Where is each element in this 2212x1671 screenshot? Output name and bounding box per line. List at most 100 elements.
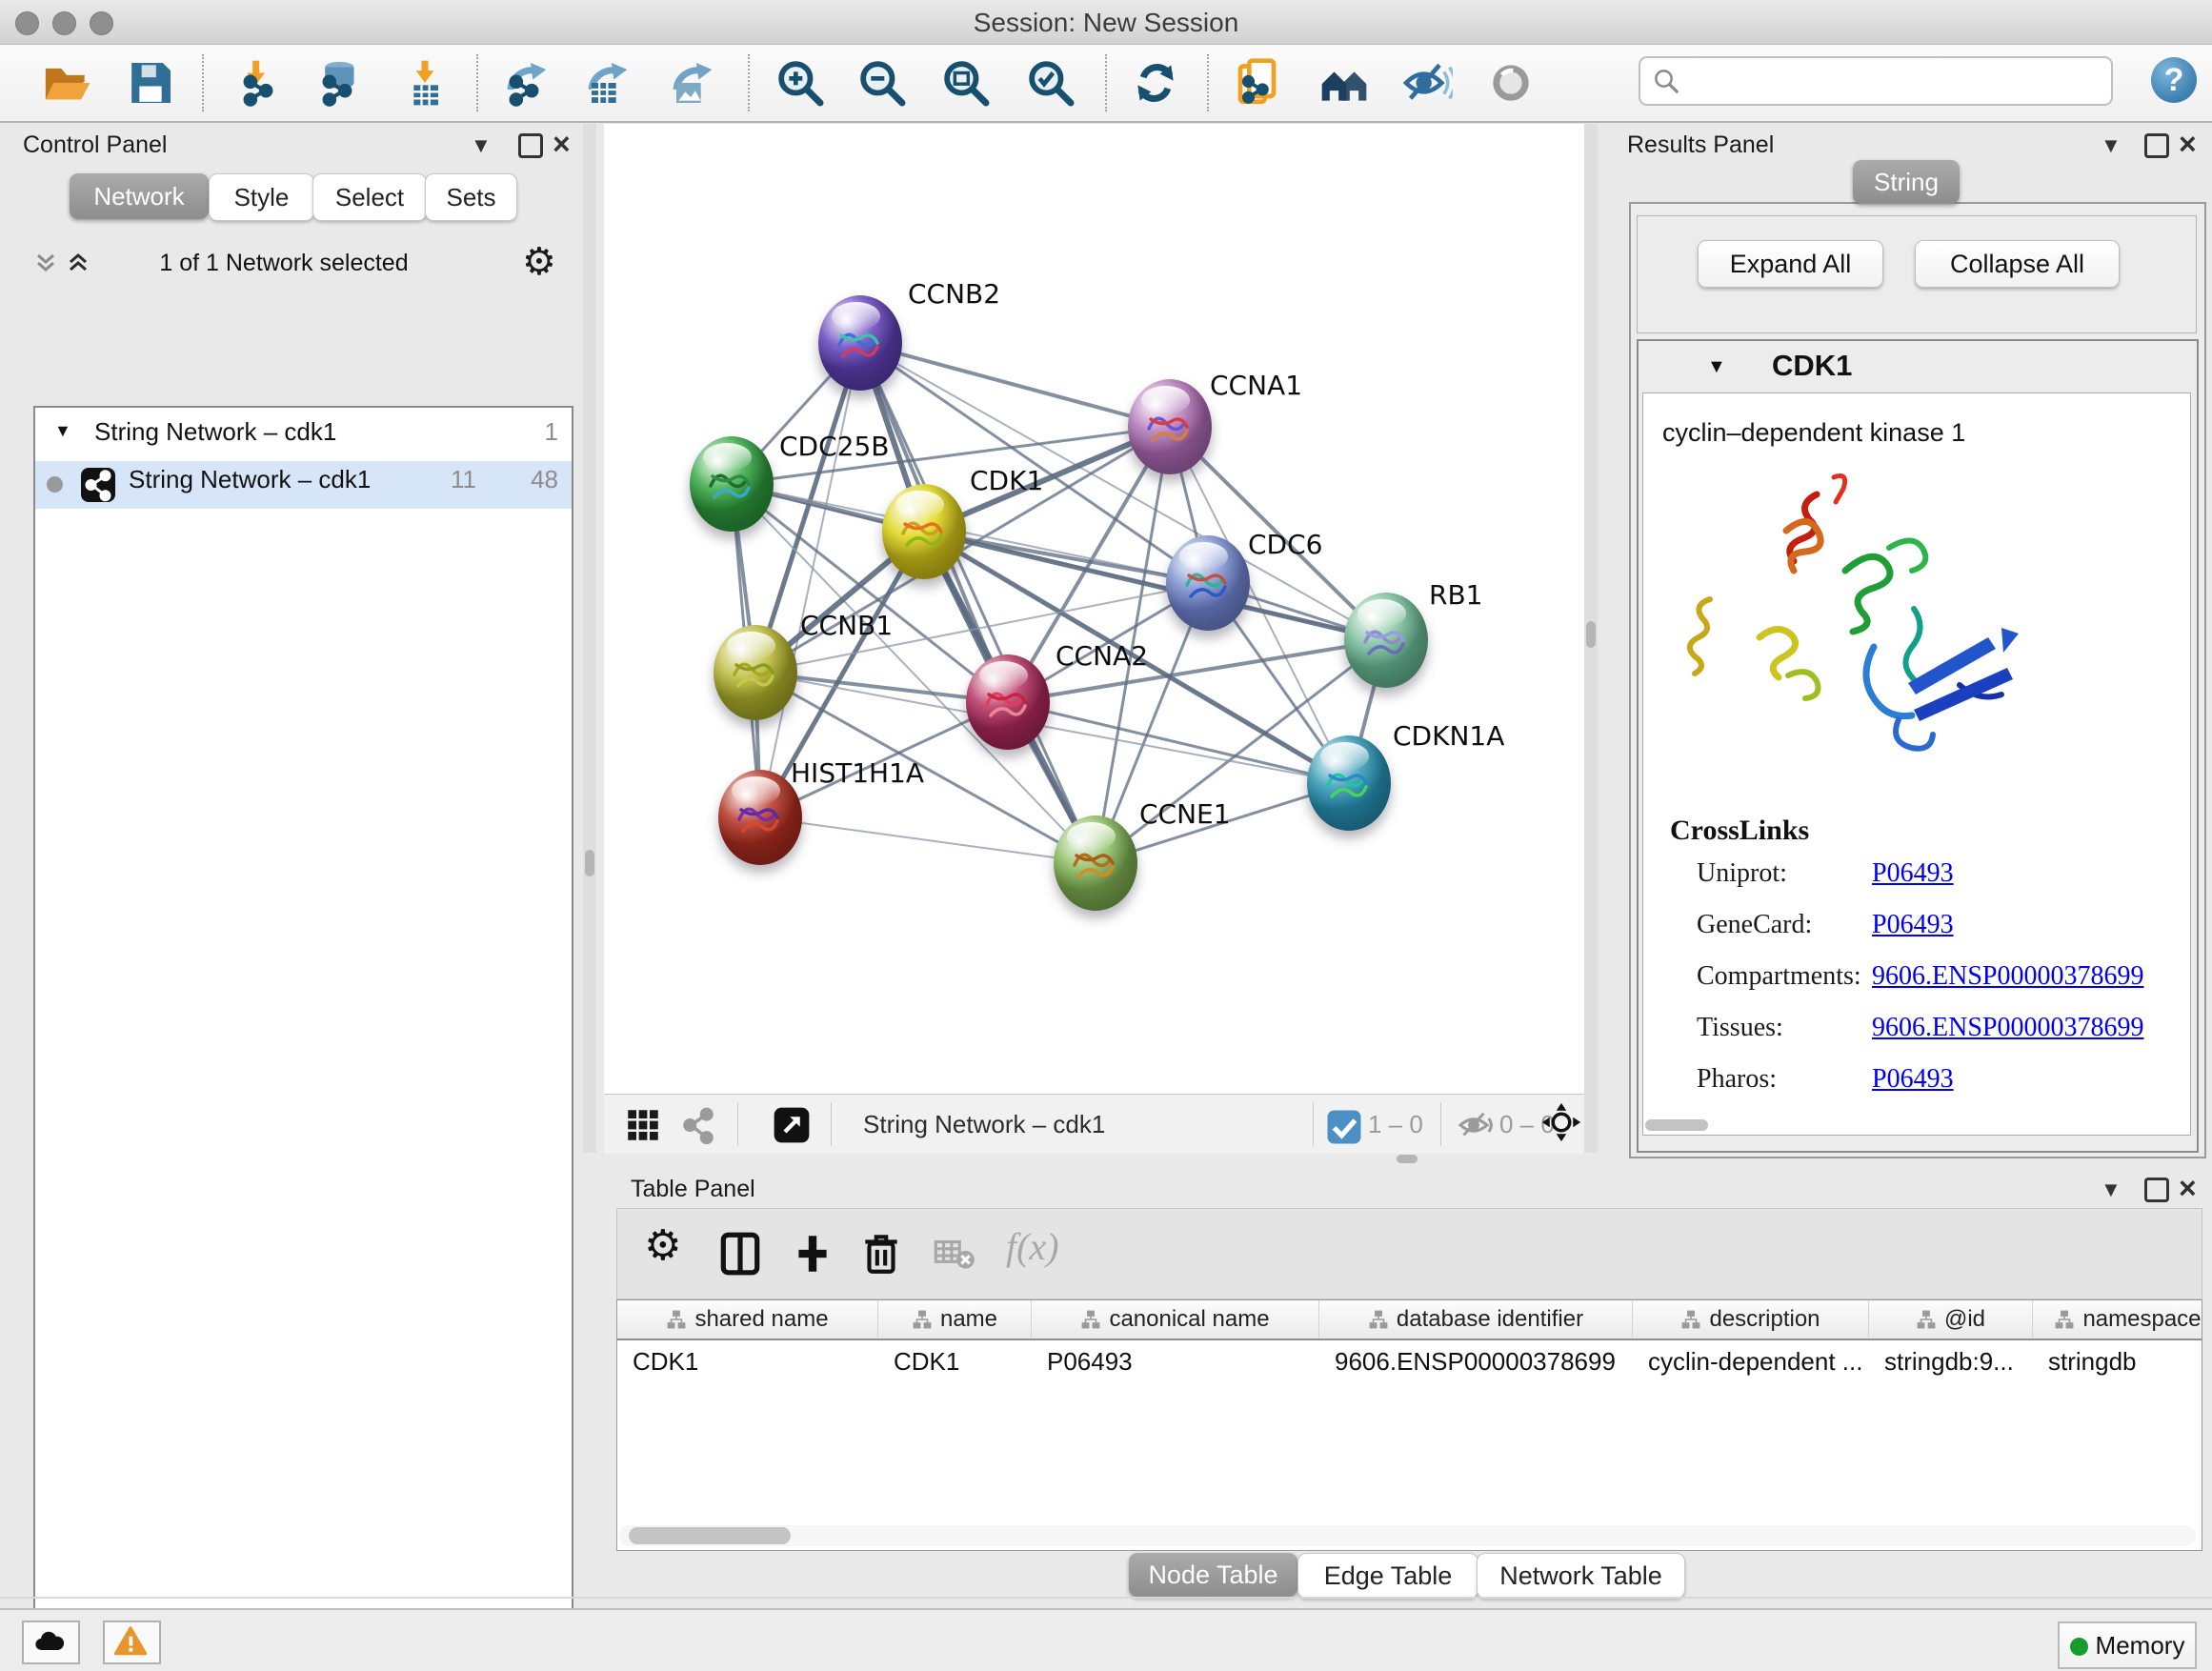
- column-header-description[interactable]: description: [1633, 1300, 1869, 1339]
- column-header-shared-name[interactable]: shared name: [617, 1300, 878, 1339]
- control-panel-collapse-icon[interactable]: ▼: [471, 135, 492, 156]
- table-cell[interactable]: P06493: [1032, 1340, 1319, 1382]
- expand-all-icon[interactable]: [63, 250, 93, 283]
- tab-node-table[interactable]: Node Table: [1129, 1553, 1297, 1597]
- node-RB1[interactable]: [1344, 593, 1428, 688]
- column-header-canonical-name[interactable]: canonical name: [1032, 1300, 1319, 1339]
- collapse-all-icon[interactable]: [30, 250, 61, 283]
- edge-CCNA2-CDKN1A[interactable]: [1008, 702, 1349, 783]
- cloud-button[interactable]: [22, 1621, 80, 1664]
- refresh-icon[interactable]: [1129, 56, 1182, 110]
- open-folder-icon[interactable]: [40, 56, 93, 110]
- table-cell[interactable]: cyclin-dependent ...: [1633, 1340, 1869, 1382]
- node-CDK1[interactable]: [882, 484, 966, 579]
- crosslink-value-link[interactable]: P06493: [1872, 858, 1954, 889]
- left-splitter[interactable]: [583, 124, 596, 1153]
- table-row[interactable]: CDK1CDK1P064939606.ENSP00000378699cyclin…: [617, 1340, 2202, 1382]
- results-panel-float-icon[interactable]: [2144, 133, 2169, 158]
- table-gear-icon[interactable]: ⚙: [644, 1222, 692, 1270]
- save-icon[interactable]: [124, 56, 177, 110]
- tab-select[interactable]: Select: [312, 173, 427, 221]
- network-options-gear-icon[interactable]: ⚙: [522, 240, 556, 284]
- grid-view-icon[interactable]: [623, 1105, 663, 1145]
- table-clear-icon[interactable]: [930, 1230, 977, 1278]
- search-input[interactable]: [1639, 56, 2113, 106]
- table-hscroll-thumb[interactable]: [629, 1527, 791, 1544]
- export-table-icon[interactable]: [578, 56, 632, 110]
- results-panel-close-icon[interactable]: ×: [2179, 133, 2197, 154]
- network-canvas[interactable]: CCNB2 CCNA1 CDC25B CDK1: [604, 124, 1584, 1094]
- results-scroll-thumb[interactable]: [1645, 1119, 1708, 1131]
- control-panel-float-icon[interactable]: [518, 133, 543, 158]
- node-CDKN1A[interactable]: [1307, 735, 1391, 831]
- table-panel-float-icon[interactable]: [2144, 1178, 2169, 1202]
- tab-string[interactable]: String: [1853, 160, 1960, 204]
- column-header-database-identifier[interactable]: database identifier: [1319, 1300, 1633, 1339]
- node-CCNE1[interactable]: [1054, 815, 1137, 911]
- results-panel-collapse-icon[interactable]: ▼: [2101, 135, 2122, 156]
- crosslink-value-link[interactable]: P06493: [1872, 910, 1954, 940]
- hidden-eye-icon[interactable]: [1454, 1105, 1494, 1145]
- hide-eye-icon[interactable]: [1399, 56, 1453, 110]
- crosslink-value-link[interactable]: 9606.ENSP00000378699: [1872, 1013, 2143, 1043]
- node-CCNB2[interactable]: [818, 295, 902, 391]
- table-cell[interactable]: CDK1: [617, 1340, 878, 1382]
- collapse-all-button[interactable]: Collapse All: [1915, 240, 2120, 288]
- crosslink-value-link[interactable]: 9606.ENSP00000378699: [1872, 961, 2143, 992]
- cdk1-expander-icon[interactable]: ▼: [1707, 356, 1726, 378]
- table-function-icon[interactable]: f(x): [1006, 1224, 1054, 1272]
- table-cell[interactable]: CDK1: [878, 1340, 1032, 1382]
- table-columns-icon[interactable]: [716, 1230, 764, 1278]
- node-HIST1H1A[interactable]: [718, 770, 802, 865]
- import-network-icon[interactable]: [231, 56, 285, 110]
- import-database-icon[interactable]: [311, 56, 364, 110]
- memory-button[interactable]: Memory: [2058, 1621, 2197, 1669]
- table-cell[interactable]: stringdb: [2033, 1340, 2202, 1382]
- tab-style[interactable]: Style: [209, 173, 314, 221]
- warning-button[interactable]: [103, 1621, 161, 1664]
- help-button[interactable]: ?: [2151, 57, 2197, 103]
- tab-network[interactable]: Network: [70, 173, 209, 219]
- node-CDC6[interactable]: [1166, 535, 1250, 631]
- tab-sets[interactable]: Sets: [425, 173, 517, 221]
- left-splitter-handle[interactable]: [585, 850, 594, 876]
- table-panel-collapse-icon[interactable]: ▼: [2101, 1179, 2122, 1200]
- table-add-icon[interactable]: [789, 1230, 836, 1278]
- table-cell[interactable]: 9606.ENSP00000378699: [1319, 1340, 1633, 1382]
- export-image-icon[interactable]: [663, 56, 716, 110]
- share-view-icon[interactable]: [678, 1105, 718, 1145]
- table-cell[interactable]: stringdb:9...: [1869, 1340, 2033, 1382]
- table-delete-icon[interactable]: [857, 1230, 905, 1278]
- edge-HIST1H1A-CCNE1[interactable]: [760, 817, 1096, 863]
- network-collection-row[interactable]: ▼ String Network – cdk1 1: [35, 413, 572, 461]
- edge-CCNB2-CCNA1[interactable]: [860, 343, 1170, 427]
- column-header-namespace[interactable]: namespace: [2033, 1300, 2202, 1339]
- tree-expander-icon[interactable]: ▼: [54, 421, 71, 441]
- expand-all-button[interactable]: Expand All: [1698, 240, 1883, 288]
- zoom-out-icon[interactable]: [855, 56, 909, 110]
- column-header-name[interactable]: name: [878, 1300, 1032, 1339]
- node-CCNB1[interactable]: [714, 625, 797, 720]
- zoom-fit-icon[interactable]: [939, 56, 993, 110]
- open-in-window-icon[interactable]: [772, 1105, 812, 1145]
- horizontal-splitter-handle[interactable]: [1397, 1155, 1418, 1163]
- table-panel-close-icon[interactable]: ×: [2179, 1178, 2197, 1198]
- show-eye-icon[interactable]: [1484, 56, 1538, 110]
- right-splitter[interactable]: [1584, 124, 1598, 1153]
- selected-checkbox-icon[interactable]: [1324, 1107, 1358, 1141]
- network-row[interactable]: String Network – cdk1 11 48: [35, 461, 572, 509]
- zoom-selected-icon[interactable]: [1024, 56, 1077, 110]
- import-table-icon[interactable]: [398, 56, 452, 110]
- zoom-in-icon[interactable]: [774, 56, 827, 110]
- doc-share-icon[interactable]: [1234, 56, 1287, 110]
- node-CDC25B[interactable]: [690, 436, 774, 532]
- crosshair-icon[interactable]: [1541, 1102, 1585, 1146]
- tab-edge-table[interactable]: Edge Table: [1297, 1553, 1478, 1599]
- horizontal-splitter[interactable]: [604, 1153, 1584, 1164]
- control-panel-close-icon[interactable]: ×: [553, 133, 571, 154]
- edge-CCNB2-HIST1H1A[interactable]: [760, 343, 860, 817]
- node-CCNA1[interactable]: [1128, 379, 1212, 474]
- column-header--id[interactable]: @id: [1869, 1300, 2033, 1339]
- homes-icon[interactable]: [1317, 56, 1371, 110]
- right-splitter-handle[interactable]: [1586, 621, 1596, 648]
